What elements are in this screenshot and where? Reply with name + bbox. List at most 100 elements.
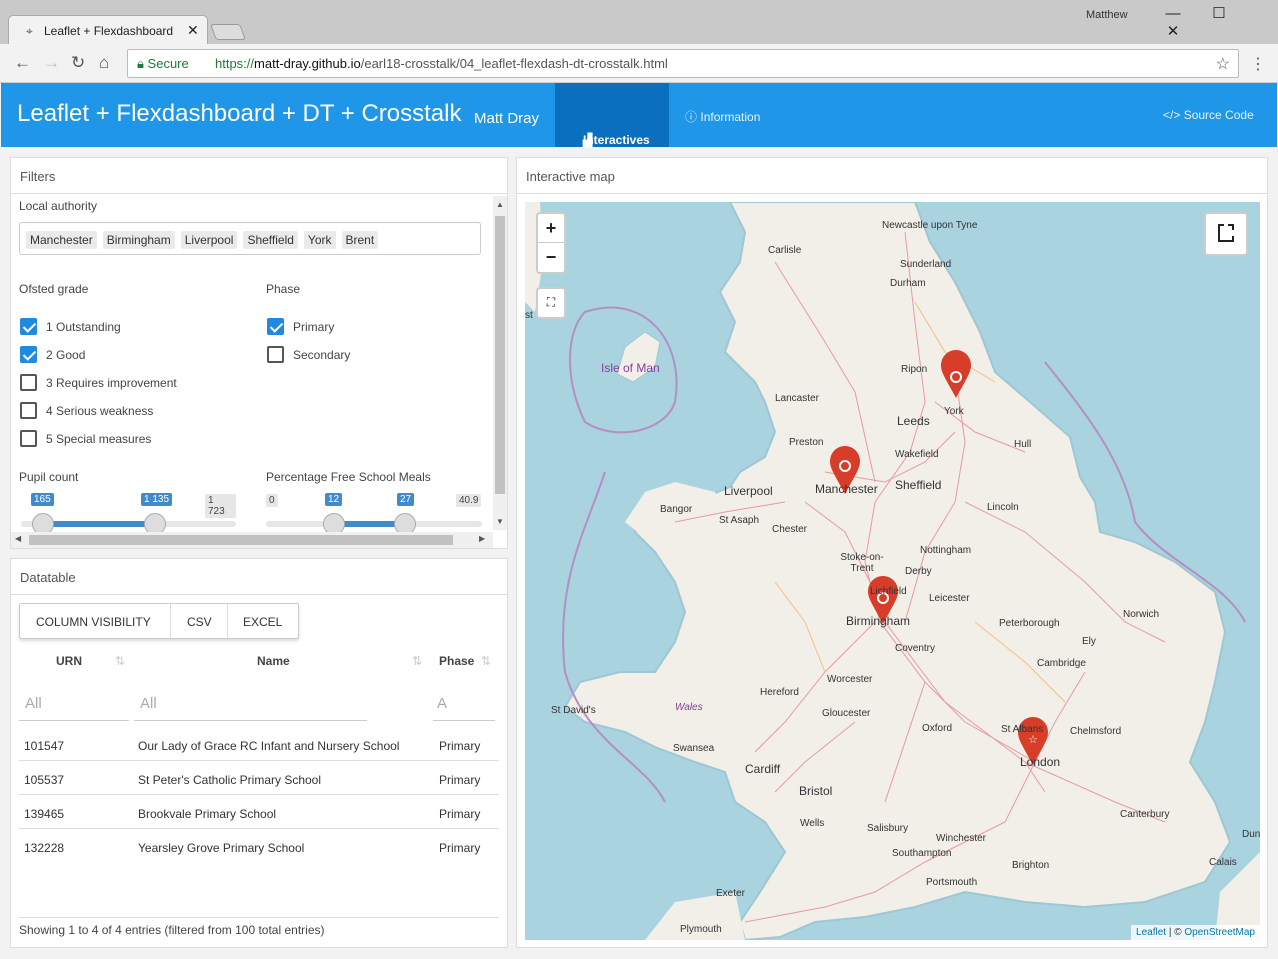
place-label: St David's xyxy=(551,705,596,716)
fullscreen-button[interactable]: ⛶ xyxy=(536,287,566,319)
place-label: Bangor xyxy=(660,504,693,515)
home-icon[interactable]: ⌂ xyxy=(99,53,109,73)
place-label: Gloucester xyxy=(822,708,871,719)
secure-label: Secure xyxy=(147,56,189,71)
vertical-scrollbar[interactable]: ▲ ▼ xyxy=(493,196,507,530)
sort-icon[interactable]: ⇅ xyxy=(115,654,125,668)
minimize-icon[interactable]: — xyxy=(1150,5,1196,22)
place-label: Wells xyxy=(800,818,825,829)
maximize-icon[interactable]: ☐ xyxy=(1196,4,1242,22)
place-label: Preston xyxy=(789,437,824,448)
table-row[interactable]: 132228 Yearsley Grove Primary School Prima… xyxy=(19,829,499,863)
place-label: Derby xyxy=(905,566,932,577)
place-label: St Asaph xyxy=(719,515,760,526)
scroll-up-icon[interactable]: ▲ xyxy=(496,200,504,209)
place-label: Lincoln xyxy=(987,502,1019,513)
map-title: Interactive map xyxy=(526,169,615,184)
zoom-out-button[interactable]: − xyxy=(538,243,564,272)
pupil-count-slider[interactable]: 165 1 135 1 723 xyxy=(21,493,236,535)
close-tab-icon[interactable]: ✕ xyxy=(187,22,199,39)
place-label: Stoke-on-Trent xyxy=(840,552,884,574)
place-label: Lichfield xyxy=(870,586,907,597)
nav-interactives[interactable]: ▟ Interactives xyxy=(555,83,669,147)
place-label: Peterborough xyxy=(999,618,1060,629)
fsm-label: Percentage Free School Meals xyxy=(266,470,431,484)
column-visibility-button[interactable]: COLUMN VISIBILITY xyxy=(36,615,151,629)
sort-icon[interactable]: ⇅ xyxy=(481,654,491,668)
place-label: Exeter xyxy=(716,888,745,899)
place-label: Nottingham xyxy=(920,545,972,556)
scroll-left-icon[interactable]: ◀ xyxy=(15,534,21,543)
table-row[interactable]: 139465 Brookvale Primary School Primary xyxy=(19,795,499,829)
la-chip[interactable]: Sheffield xyxy=(243,231,298,249)
place-label: London xyxy=(1020,755,1061,769)
scroll-thumb[interactable] xyxy=(29,535,453,545)
place-label: Chelmsford xyxy=(1070,726,1122,737)
pupil-count-label: Pupil count xyxy=(19,470,79,484)
browser-menu-icon[interactable]: ⋮ xyxy=(1250,54,1266,74)
lock-icon: 🔒︎ xyxy=(137,56,144,71)
horizontal-scrollbar[interactable]: ◀ ▶ xyxy=(11,532,493,548)
reload-icon[interactable]: ↻ xyxy=(71,53,85,73)
csv-button[interactable]: CSV xyxy=(187,615,212,629)
new-tab-button[interactable] xyxy=(210,24,246,40)
fsm-slider[interactable]: 0 12 27 40.9 xyxy=(266,493,482,535)
la-chip[interactable]: Liverpool xyxy=(180,231,238,249)
leaflet-map[interactable]: ☆ Newcastle upon Tyne Carlisle Sunderlan… xyxy=(525,202,1260,940)
place-label: Wakefield xyxy=(895,449,939,460)
scroll-right-icon[interactable]: ▶ xyxy=(479,534,485,543)
la-chip[interactable]: Brent xyxy=(341,231,379,249)
place-label: Wales xyxy=(675,702,703,713)
osm-link[interactable]: OpenStreetMap xyxy=(1184,927,1255,938)
column-header-name[interactable]: Name xyxy=(257,654,290,668)
local-authority-select[interactable]: Manchester Birmingham Liverpool Sheffield Yo… xyxy=(19,222,481,255)
map-attribution: Leaflet | © OpenStreetMap xyxy=(1131,925,1260,940)
place-label: Ely xyxy=(1082,636,1096,647)
datatable-panel: Datatable COLUMN VISIBILITY CSV EXCEL UR… xyxy=(10,558,508,948)
phase-filter-input[interactable]: A xyxy=(433,695,495,721)
export-button-group: COLUMN VISIBILITY CSV EXCEL xyxy=(19,603,299,639)
place-label: st xyxy=(525,310,533,321)
zoom-in-button[interactable]: + xyxy=(538,214,564,243)
browser-tab[interactable]: ⌖ Leaflet + Flexdashboard ✕ xyxy=(8,15,208,45)
place-label: Coventry xyxy=(895,643,936,654)
la-chip[interactable]: York xyxy=(303,231,336,249)
column-header-phase[interactable]: Phase xyxy=(439,654,474,668)
table-row[interactable]: 101547 Our Lady of Grace RC Infant and Nu… xyxy=(19,727,499,761)
page-title: Leaflet + Flexdashboard + DT + Crosstalk xyxy=(17,100,462,127)
source-code-link[interactable]: </> Source Code xyxy=(1163,108,1254,122)
place-label: Dun xyxy=(1242,829,1260,840)
close-window-icon[interactable]: ✕ xyxy=(1150,22,1196,40)
table-row[interactable]: 105537 St Peter's Catholic Primary School… xyxy=(19,761,499,795)
la-chip[interactable]: Manchester xyxy=(26,231,97,249)
profile-name[interactable]: Matthew xyxy=(1086,9,1128,21)
back-arrow-icon[interactable]: ← xyxy=(14,53,31,73)
filters-title: Filters xyxy=(20,169,56,184)
place-label: Liverpool xyxy=(724,484,773,498)
scroll-down-icon[interactable]: ▼ xyxy=(496,517,504,526)
slider-max-label: 1 723 xyxy=(205,494,236,518)
nav-information[interactable]: ⓘ Information xyxy=(685,108,760,125)
place-label: Carlisle xyxy=(768,245,802,256)
column-header-urn[interactable]: URN xyxy=(56,654,82,668)
urn-filter-input[interactable]: All xyxy=(19,695,129,721)
ofsted-label: Ofsted grade xyxy=(19,282,89,296)
excel-button[interactable]: EXCEL xyxy=(243,615,282,629)
place-label: Southampton xyxy=(892,848,952,859)
selection-tool-button[interactable] xyxy=(1204,212,1248,256)
place-label: Oxford xyxy=(922,723,953,734)
place-label: Bristol xyxy=(799,784,833,798)
place-label: Sunderland xyxy=(900,259,952,270)
place-label: Hull xyxy=(1014,439,1032,450)
scroll-thumb[interactable] xyxy=(495,216,505,494)
place-label: Salisbury xyxy=(867,823,909,834)
slider-range-bar xyxy=(43,521,155,527)
bookmark-star-icon[interactable]: ☆ xyxy=(1216,54,1230,74)
name-filter-input[interactable]: All xyxy=(134,695,367,721)
info-icon: ⓘ xyxy=(685,110,698,124)
sort-icon[interactable]: ⇅ xyxy=(412,654,422,668)
leaflet-link[interactable]: Leaflet xyxy=(1136,927,1166,938)
forward-arrow-icon[interactable]: → xyxy=(43,53,60,73)
la-chip[interactable]: Birmingham xyxy=(102,231,175,249)
address-bar[interactable]: 🔒︎ Secure https://matt-dray.github.io/ea… xyxy=(127,49,1239,78)
